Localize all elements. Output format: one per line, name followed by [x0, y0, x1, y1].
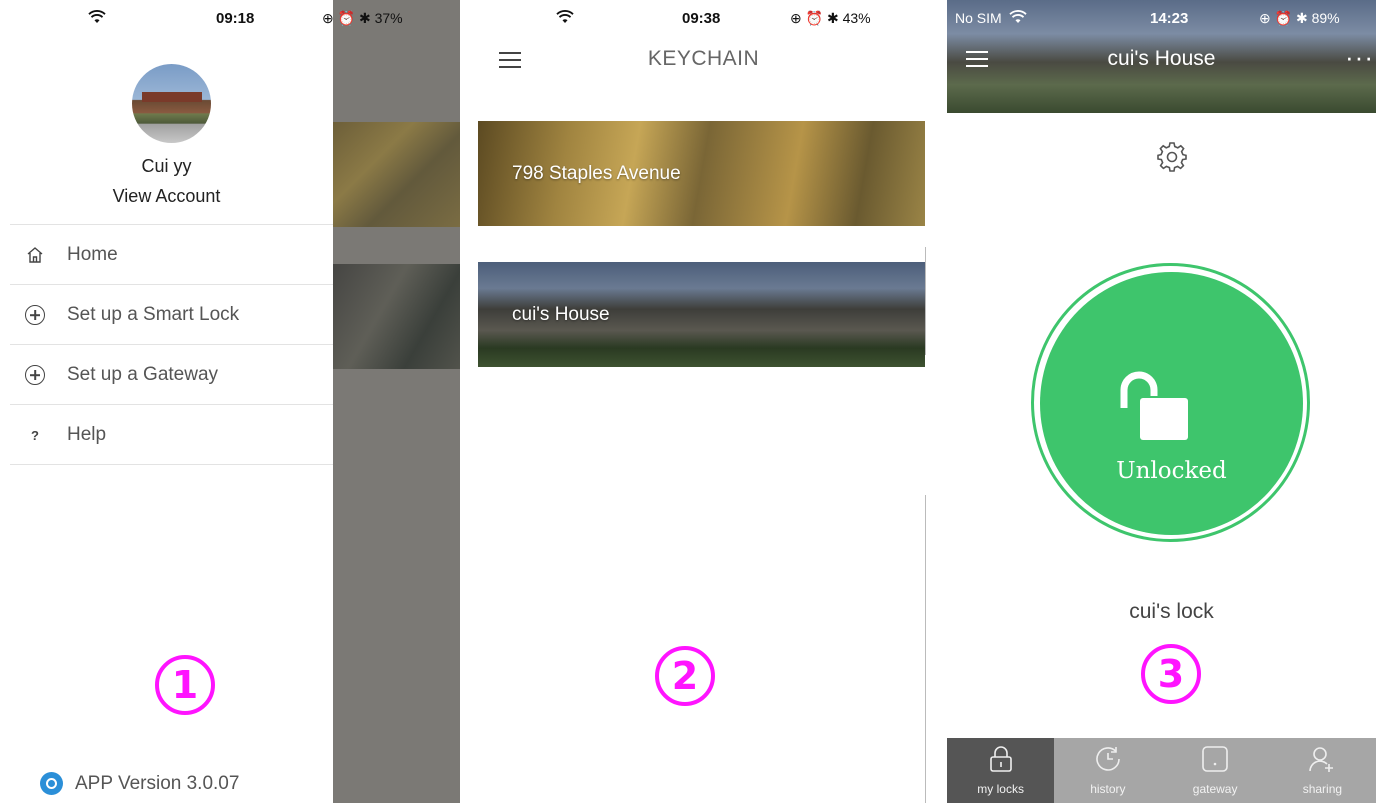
- orientation-lock-icon: ⊕: [1259, 10, 1271, 26]
- dimmed-background-overlay[interactable]: [333, 0, 460, 803]
- history-clock-icon: [1096, 747, 1120, 771]
- view-account-link[interactable]: View Account: [0, 186, 333, 207]
- open-padlock-icon: [1120, 371, 1188, 440]
- divider: [925, 247, 926, 355]
- tab-sharing[interactable]: sharing: [1269, 738, 1376, 803]
- question-icon: ?: [31, 427, 39, 443]
- house-card-label: 798 Staples Avenue: [512, 163, 681, 184]
- dimmed-house-card: [333, 264, 460, 369]
- battery-percent: 37%: [374, 10, 403, 26]
- padlock-icon: [989, 746, 1012, 772]
- status-time: 14:23: [1150, 10, 1189, 27]
- menu-item-home[interactable]: Home: [0, 225, 333, 285]
- orientation-lock-icon: ⊕: [790, 10, 802, 26]
- unlock-toggle-button[interactable]: Unlocked: [1040, 272, 1303, 535]
- app-logo-icon: [40, 772, 63, 795]
- house-header: No SIM 14:23 ⊕ ⏰ ✱ 89% cui's House ···: [947, 0, 1376, 113]
- keychain-screen: 09:38 ⊕ ⏰ ✱ 43% KEYCHAIN 798 Staples Ave…: [460, 0, 947, 803]
- house-card-staples-avenue[interactable]: 798 Staples Avenue: [478, 121, 925, 226]
- app-version-text: APP Version 3.0.07: [75, 772, 240, 794]
- app-version: APP Version 3.0.07: [40, 772, 239, 795]
- menu-item-label: Home: [67, 244, 118, 265]
- gear-icon[interactable]: [1157, 142, 1187, 172]
- bluetooth-icon: ✱: [826, 10, 839, 26]
- tab-label: history: [1090, 782, 1126, 796]
- status-indicators: ⊕ ⏰ ✱ 43%: [790, 10, 947, 30]
- menu-item-setup-smart-lock[interactable]: Set up a Smart Lock: [0, 285, 333, 345]
- gateway-icon: [1202, 746, 1228, 772]
- menu-item-label: Help: [67, 424, 107, 445]
- divider: [10, 464, 333, 465]
- tab-label: sharing: [1302, 782, 1343, 796]
- status-indicators: ⊕ ⏰ ✱ 89%: [1259, 10, 1376, 30]
- lock-name: cui's lock: [1129, 600, 1214, 623]
- page-title: KEYCHAIN: [647, 47, 760, 70]
- lock-control-screen: No SIM 14:23 ⊕ ⏰ ✱ 89% cui's House ··· U…: [947, 0, 1376, 803]
- menu-item-label: Set up a Smart Lock: [67, 304, 240, 325]
- step-number-annotation: 2: [655, 646, 715, 706]
- step-number-annotation: 1: [155, 655, 215, 715]
- carrier-label: No SIM: [955, 10, 1002, 26]
- status-time: 09:38: [682, 10, 721, 27]
- side-menu-screen: 09:18 ⊕ ⏰ ✱ 37% Cui yy View Account Home…: [0, 0, 460, 803]
- bluetooth-icon: ✱: [1295, 10, 1308, 26]
- wifi-icon: [1009, 10, 1027, 30]
- house-card-label: cui's House: [512, 304, 610, 325]
- home-icon: [24, 244, 46, 266]
- divider: [925, 495, 926, 803]
- more-options-icon[interactable]: ···: [1345, 42, 1374, 73]
- orientation-lock-icon: ⊕: [322, 10, 334, 26]
- menu-item-help[interactable]: ? Help: [0, 405, 333, 465]
- tab-history[interactable]: history: [1054, 738, 1161, 803]
- side-drawer: 09:18 ⊕ ⏰ ✱ 37% Cui yy View Account Home…: [0, 0, 403, 803]
- wifi-icon: [556, 10, 574, 30]
- battery-percent: 43%: [842, 10, 871, 26]
- alarm-icon: ⏰: [805, 10, 824, 26]
- user-name: Cui yy: [141, 156, 192, 176]
- house-card-cuis-house[interactable]: cui's House: [478, 262, 925, 367]
- menu-item-label: Set up a Gateway: [67, 364, 219, 385]
- menu-item-setup-gateway[interactable]: Set up a Gateway: [0, 345, 333, 405]
- step-number-annotation: 3: [1141, 644, 1201, 704]
- tab-my-locks[interactable]: my locks: [947, 738, 1055, 803]
- alarm-icon: ⏰: [1274, 10, 1293, 26]
- lock-state-label: Unlocked: [1116, 458, 1227, 484]
- plus-circle-icon: [24, 364, 46, 386]
- add-user-icon: [1309, 747, 1334, 772]
- plus-circle-icon: [24, 304, 46, 326]
- battery-percent: 89%: [1311, 10, 1340, 26]
- avatar[interactable]: [132, 64, 211, 143]
- dimmed-house-card: [333, 122, 460, 227]
- bluetooth-icon: ✱: [358, 10, 371, 26]
- status-time: 09:18: [216, 10, 255, 27]
- status-indicators: ⊕ ⏰ ✱ 37%: [322, 10, 460, 30]
- alarm-icon: ⏰: [337, 10, 356, 26]
- tab-label: my locks: [977, 782, 1024, 796]
- page-title: cui's House: [1107, 47, 1216, 70]
- bottom-tab-bar: my locks history gateway sharing: [947, 738, 1376, 803]
- tab-label: gateway: [1192, 782, 1238, 796]
- tab-gateway[interactable]: gateway: [1162, 738, 1269, 803]
- wifi-icon: [88, 10, 106, 30]
